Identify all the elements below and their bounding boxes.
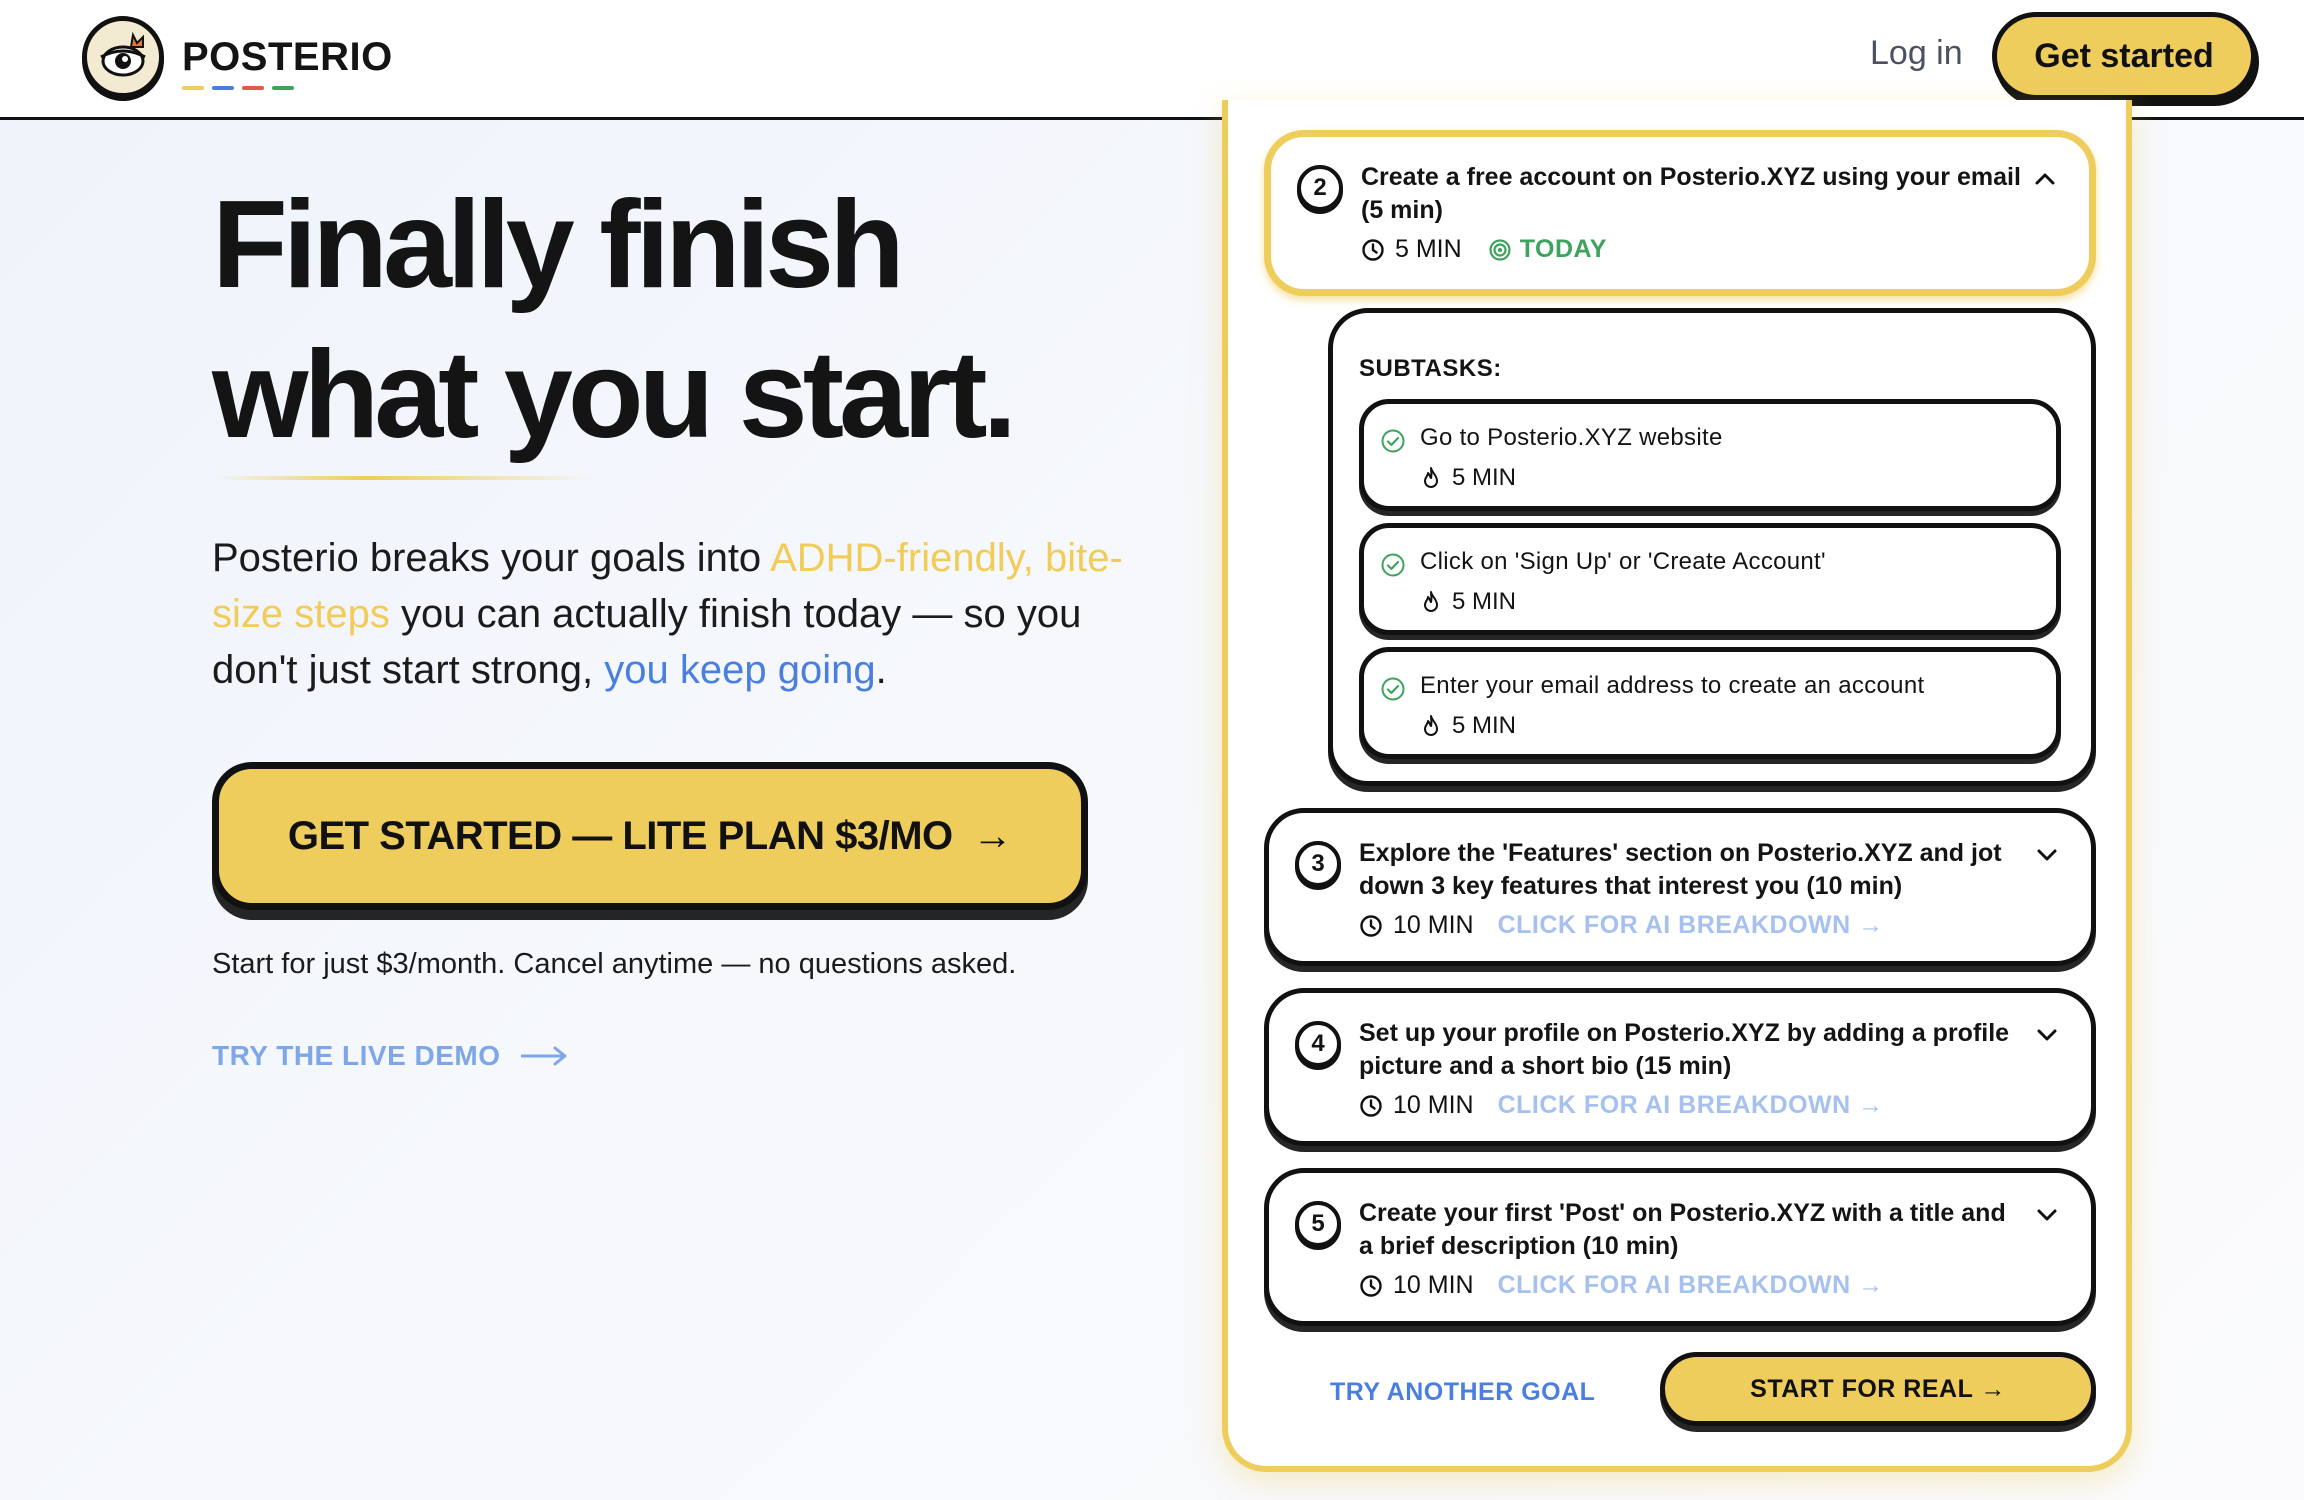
- highlight-keep-going: you keep going: [604, 648, 876, 692]
- task-title: Set up your profile on Posterio.XYZ by a…: [1359, 1019, 2010, 1080]
- subtask-text: Go to Posterio.XYZ website: [1420, 424, 1723, 451]
- task-time: 10 MIN: [1359, 1091, 1474, 1120]
- check-circle-icon[interactable]: [1380, 552, 1406, 578]
- subtasks-panel: SUBTASKS: Go to Posterio.XYZ website 5 M…: [1328, 308, 2096, 786]
- task-number-badge: 3: [1295, 841, 1341, 887]
- task-card-active[interactable]: 2 Create a free account on Posterio.XYZ …: [1264, 130, 2096, 296]
- task-title: Create your first 'Post' on Posterio.XYZ…: [1359, 1199, 2006, 1260]
- flame-icon: [1424, 467, 1438, 488]
- check-circle-icon[interactable]: [1380, 676, 1406, 702]
- task-number-badge: 4: [1295, 1021, 1341, 1067]
- chevron-up-icon[interactable]: [2031, 169, 2059, 189]
- check-circle-icon[interactable]: [1380, 428, 1406, 454]
- subtask-text: Enter your email address to create an ac…: [1420, 672, 1925, 699]
- task-title: Create a free account on Posterio.XYZ us…: [1361, 163, 2021, 224]
- clock-icon: [1360, 914, 1382, 937]
- today-badge: TODAY: [1488, 235, 1607, 264]
- task-number-badge: 2: [1297, 165, 1343, 211]
- task-meta: 10 MIN CLICK FOR AI BREAKDOWN →: [1359, 911, 1884, 940]
- task-card[interactable]: 4 Set up your profile on Posterio.XYZ by…: [1264, 988, 2096, 1146]
- subtask-time: 5 MIN: [1420, 588, 1516, 616]
- task-time: 10 MIN: [1359, 911, 1474, 940]
- ai-breakdown-link[interactable]: CLICK FOR AI BREAKDOWN →: [1498, 1271, 1884, 1300]
- try-demo-link[interactable]: TRY THE LIVE DEMO: [212, 1040, 569, 1072]
- demo-card: 2 Create a free account on Posterio.XYZ …: [1222, 100, 2132, 1472]
- chevron-down-icon[interactable]: [2033, 1025, 2061, 1045]
- task-card[interactable]: 5 Create your first 'Post' on Posterio.X…: [1264, 1168, 2096, 1326]
- subtask-time: 5 MIN: [1420, 464, 1516, 492]
- task-time: 5 MIN: [1361, 235, 1462, 264]
- hero-title-line1: Finally finish: [212, 176, 905, 314]
- subtask-item[interactable]: Enter your email address to create an ac…: [1359, 647, 2061, 759]
- flame-icon: [1424, 591, 1438, 612]
- arrow-right-icon: [520, 1046, 567, 1066]
- brand-logo[interactable]: POSTERIO: [82, 16, 393, 98]
- task-meta: 10 MIN CLICK FOR AI BREAKDOWN →: [1359, 1091, 1884, 1120]
- task-number-badge: 5: [1295, 1201, 1341, 1247]
- task-meta: 10 MIN CLICK FOR AI BREAKDOWN →: [1359, 1271, 1884, 1300]
- subtasks-label: SUBTASKS:: [1359, 355, 1502, 382]
- arrow-right-icon: →: [972, 813, 1013, 858]
- logo-icon: [82, 16, 164, 98]
- subtask-time: 5 MIN: [1420, 712, 1516, 740]
- flame-icon: [1424, 715, 1438, 736]
- subtask-text: Click on 'Sign Up' or 'Create Account': [1420, 548, 1826, 575]
- pricing-note: Start for just $3/month. Cancel anytime …: [212, 948, 1017, 980]
- try-another-goal-link[interactable]: TRY ANOTHER GOAL: [1330, 1378, 1595, 1407]
- subtask-item[interactable]: Click on 'Sign Up' or 'Create Account' 5…: [1359, 523, 2061, 635]
- hero-title-line2: what you start.: [212, 326, 1017, 464]
- brand-underline: [182, 85, 294, 90]
- hero-subtitle: Posterio breaks your goals into ADHD-fri…: [212, 536, 1123, 692]
- target-icon: [1489, 238, 1511, 261]
- brand-name: POSTERIO: [182, 35, 393, 90]
- ai-breakdown-link[interactable]: CLICK FOR AI BREAKDOWN →: [1498, 1091, 1884, 1120]
- chevron-down-icon[interactable]: [2033, 1205, 2061, 1225]
- get-started-button[interactable]: Get started: [1992, 12, 2256, 100]
- task-meta: 5 MIN TODAY: [1361, 235, 1607, 264]
- clock-icon: [1362, 238, 1384, 261]
- task-time: 10 MIN: [1359, 1271, 1474, 1300]
- clock-icon: [1360, 1094, 1382, 1117]
- hero-divider: [214, 476, 594, 480]
- login-link[interactable]: Log in: [1870, 34, 1963, 73]
- chevron-down-icon[interactable]: [2033, 845, 2061, 865]
- start-for-real-button[interactable]: START FOR REAL →: [1660, 1352, 2096, 1426]
- subtask-item[interactable]: Go to Posterio.XYZ website 5 MIN: [1359, 399, 2061, 511]
- ai-breakdown-link[interactable]: CLICK FOR AI BREAKDOWN →: [1498, 911, 1884, 940]
- clock-icon: [1360, 1274, 1382, 1297]
- task-title: Explore the 'Features' section on Poster…: [1359, 839, 2002, 900]
- lite-plan-cta-button[interactable]: GET STARTED — LITE PLAN $3/MO →: [212, 762, 1088, 910]
- task-card[interactable]: 3 Explore the 'Features' section on Post…: [1264, 808, 2096, 966]
- hero-title: Finally finish what you start.: [212, 170, 1212, 470]
